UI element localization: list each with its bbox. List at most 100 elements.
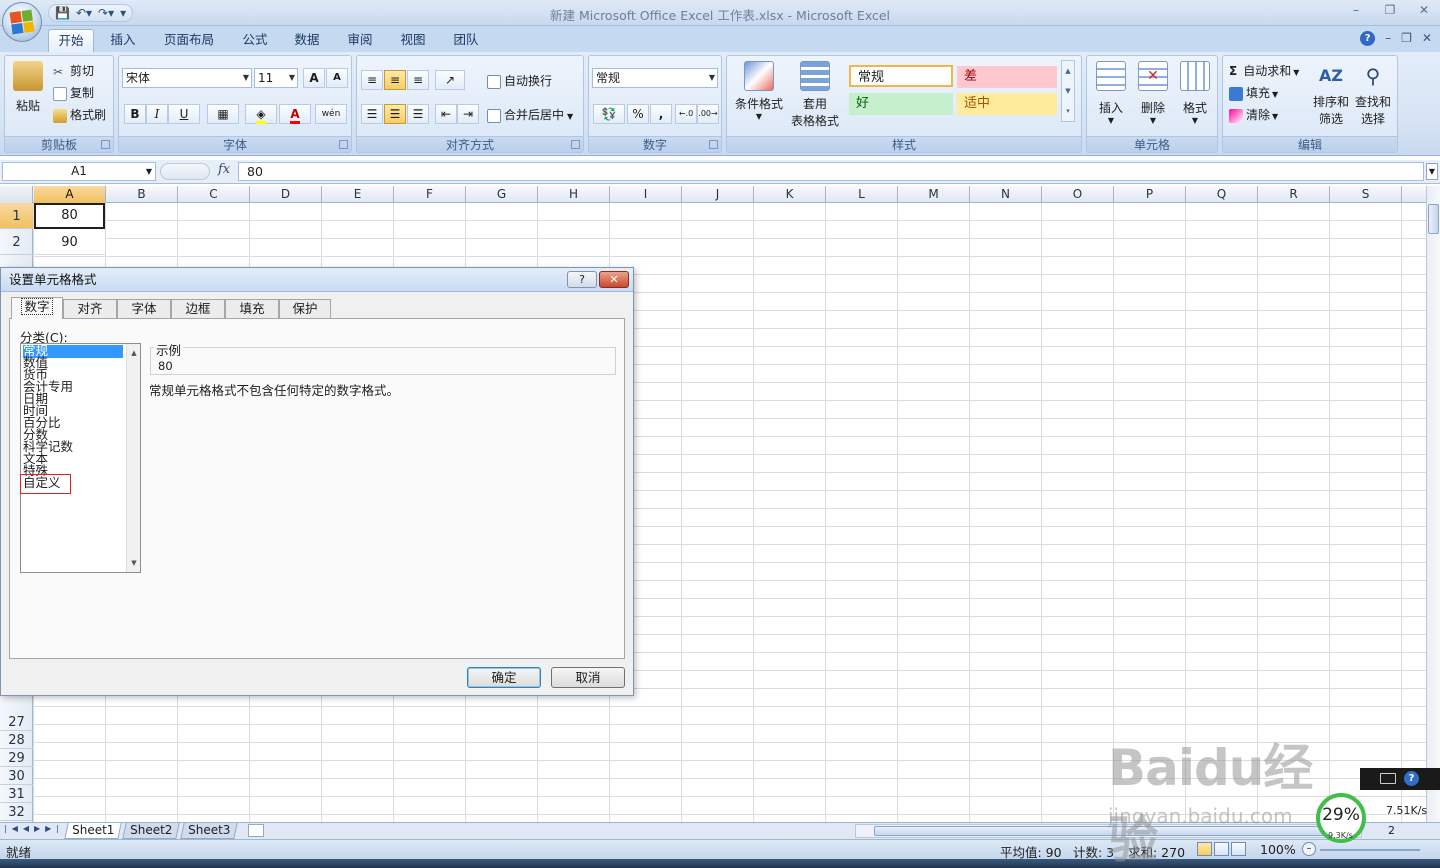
style-good[interactable]: 好 — [849, 93, 953, 115]
dialog-help-button[interactable]: ? — [567, 271, 597, 288]
styles-scroll[interactable]: ▲ ▼ ▾ — [1061, 60, 1075, 122]
page-layout-view-icon[interactable] — [1214, 842, 1229, 856]
row-header-31[interactable]: 31 — [0, 785, 33, 803]
restore-icon[interactable]: ❐ — [1378, 3, 1402, 17]
column-header-k[interactable]: K — [754, 186, 826, 203]
column-header-b[interactable]: B — [106, 186, 178, 203]
font-launcher-icon[interactable] — [339, 140, 348, 149]
format-painter-button[interactable]: 格式刷 — [53, 106, 106, 123]
insert-sheet-icon[interactable] — [248, 824, 264, 837]
tab-page-layout[interactable]: 页面布局 — [156, 29, 222, 52]
ribbon-close-icon[interactable]: ✕ — [1422, 31, 1432, 46]
find-select-button[interactable]: ⚲ 查找和 选择 — [1353, 61, 1393, 127]
name-box[interactable]: A1 ▼ — [2, 162, 156, 181]
horizontal-scrollbar[interactable] — [855, 824, 1362, 838]
row-header-29[interactable]: 29 — [0, 749, 33, 767]
zoom-slider[interactable] — [1320, 849, 1420, 851]
ribbon-restore-icon[interactable]: ❐ — [1401, 31, 1412, 46]
keyboard-icon[interactable] — [1380, 773, 1396, 784]
currency-button[interactable]: 💱 — [593, 104, 625, 124]
number-launcher-icon[interactable] — [709, 140, 718, 149]
clipboard-launcher-icon[interactable] — [101, 140, 110, 149]
tab-data[interactable]: 数据 — [284, 29, 330, 52]
formula-input[interactable]: 80 — [238, 162, 1424, 181]
grow-font-button[interactable]: A — [303, 68, 325, 88]
sheet-nav-icons[interactable]: |◀◀▶▶| — [4, 824, 64, 833]
bold-button[interactable]: B — [124, 104, 146, 124]
normal-view-icon[interactable] — [1197, 842, 1212, 856]
cell-a1[interactable]: 80 — [34, 203, 105, 229]
font-color-button[interactable]: A — [279, 104, 311, 124]
font-size-combo[interactable]: 11 ▼ — [254, 68, 298, 88]
paste-button[interactable]: 粘贴 — [11, 61, 45, 114]
shrink-font-button[interactable]: A — [326, 68, 348, 88]
merge-center-button[interactable]: 合并后居中 ▼ — [487, 106, 573, 123]
ribbon-minimize-icon[interactable]: – — [1385, 31, 1391, 46]
minimize-icon[interactable]: – — [1344, 3, 1368, 17]
tab-team[interactable]: 团队 — [443, 29, 489, 52]
column-header-r[interactable]: R — [1258, 186, 1330, 203]
cell-a2[interactable]: 90 — [34, 230, 105, 255]
zoom-level[interactable]: 100% — [1260, 842, 1296, 857]
horizontal-scroll-thumb[interactable] — [874, 826, 1334, 836]
column-header-s[interactable]: S — [1330, 186, 1402, 203]
insert-cells-button[interactable]: 插入 ▼ — [1093, 61, 1129, 125]
column-header-a[interactable]: A — [34, 186, 106, 203]
row-header-2[interactable]: 2 — [0, 229, 33, 255]
increase-indent-button[interactable]: ⇥ — [457, 104, 479, 124]
sheet-tab-2[interactable]: Sheet2 — [122, 823, 181, 839]
border-button[interactable]: ▦ — [207, 104, 239, 124]
style-neutral[interactable]: 适中 — [957, 93, 1057, 115]
column-header-c[interactable]: C — [178, 186, 250, 203]
column-header-e[interactable]: E — [322, 186, 394, 203]
align-left-button[interactable]: ☰ — [361, 104, 383, 124]
row-header-27[interactable]: 27 — [0, 713, 33, 731]
dialog-tab-font[interactable]: 字体 — [117, 299, 171, 318]
clear-button[interactable]: 清除 ▼ — [1229, 106, 1278, 123]
decrease-indent-button[interactable]: ⇤ — [435, 104, 457, 124]
column-header-g[interactable]: G — [466, 186, 538, 203]
phonetic-button[interactable]: wén — [315, 104, 347, 124]
dialog-tab-fill[interactable]: 填充 — [225, 299, 279, 318]
row-header-30[interactable]: 30 — [0, 767, 33, 785]
percent-button[interactable]: % — [627, 104, 649, 124]
cancel-button[interactable]: 取消 — [551, 667, 625, 688]
column-header-n[interactable]: N — [970, 186, 1042, 203]
scroll-down-icon[interactable]: ▼ — [127, 556, 140, 570]
delete-cells-button[interactable]: ✕ 删除 ▼ — [1135, 61, 1171, 125]
conditional-format-button[interactable]: 条件格式 ▼ — [731, 61, 787, 121]
close-icon[interactable]: ✕ — [1412, 3, 1436, 17]
column-header-o[interactable]: O — [1042, 186, 1114, 203]
autosum-button[interactable]: Σ 自动求和 ▼ — [1229, 62, 1299, 79]
sheet-tab-3[interactable]: Sheet3 — [180, 823, 239, 839]
office-button[interactable] — [2, 2, 42, 42]
row-header-28[interactable]: 28 — [0, 731, 33, 749]
italic-button[interactable]: I — [146, 104, 168, 124]
style-bad[interactable]: 差 — [957, 66, 1057, 88]
copy-button[interactable]: 复制 — [53, 84, 94, 101]
vertical-scrollbar[interactable] — [1426, 186, 1440, 822]
vertical-scroll-thumb[interactable] — [1428, 204, 1439, 234]
align-middle-button[interactable]: ≡ — [384, 70, 406, 90]
row-header-1[interactable]: 1 — [0, 203, 33, 229]
fill-button[interactable]: 填充 ▼ — [1229, 84, 1278, 101]
alignment-launcher-icon[interactable] — [571, 140, 580, 149]
column-header-h[interactable]: H — [538, 186, 610, 203]
cut-button[interactable]: ✂ 剪切 — [53, 62, 94, 79]
column-header-f[interactable]: F — [394, 186, 466, 203]
format-cells-button[interactable]: 格式 ▼ — [1177, 61, 1213, 125]
tab-home[interactable]: 开始 — [48, 29, 94, 52]
align-top-button[interactable]: ≡ — [361, 70, 383, 90]
font-name-combo[interactable]: 宋体 ▼ — [122, 68, 252, 88]
row-header-32[interactable]: 32 — [0, 803, 33, 821]
select-all-corner[interactable] — [0, 186, 33, 203]
format-as-table-button[interactable]: 套用 表格格式 — [785, 61, 845, 129]
orientation-button[interactable]: ↗ — [435, 70, 465, 90]
column-header-l[interactable]: L — [826, 186, 898, 203]
tab-formulas[interactable]: 公式 — [232, 29, 278, 52]
column-header-p[interactable]: P — [1114, 186, 1186, 203]
network-usage-circle[interactable]: 29% 9.3K/s — [1316, 793, 1366, 843]
insert-function-icon[interactable]: fx — [218, 162, 230, 177]
dialog-title-bar[interactable]: 设置单元格格式 — [1, 268, 633, 292]
comma-button[interactable]: , — [650, 104, 672, 124]
